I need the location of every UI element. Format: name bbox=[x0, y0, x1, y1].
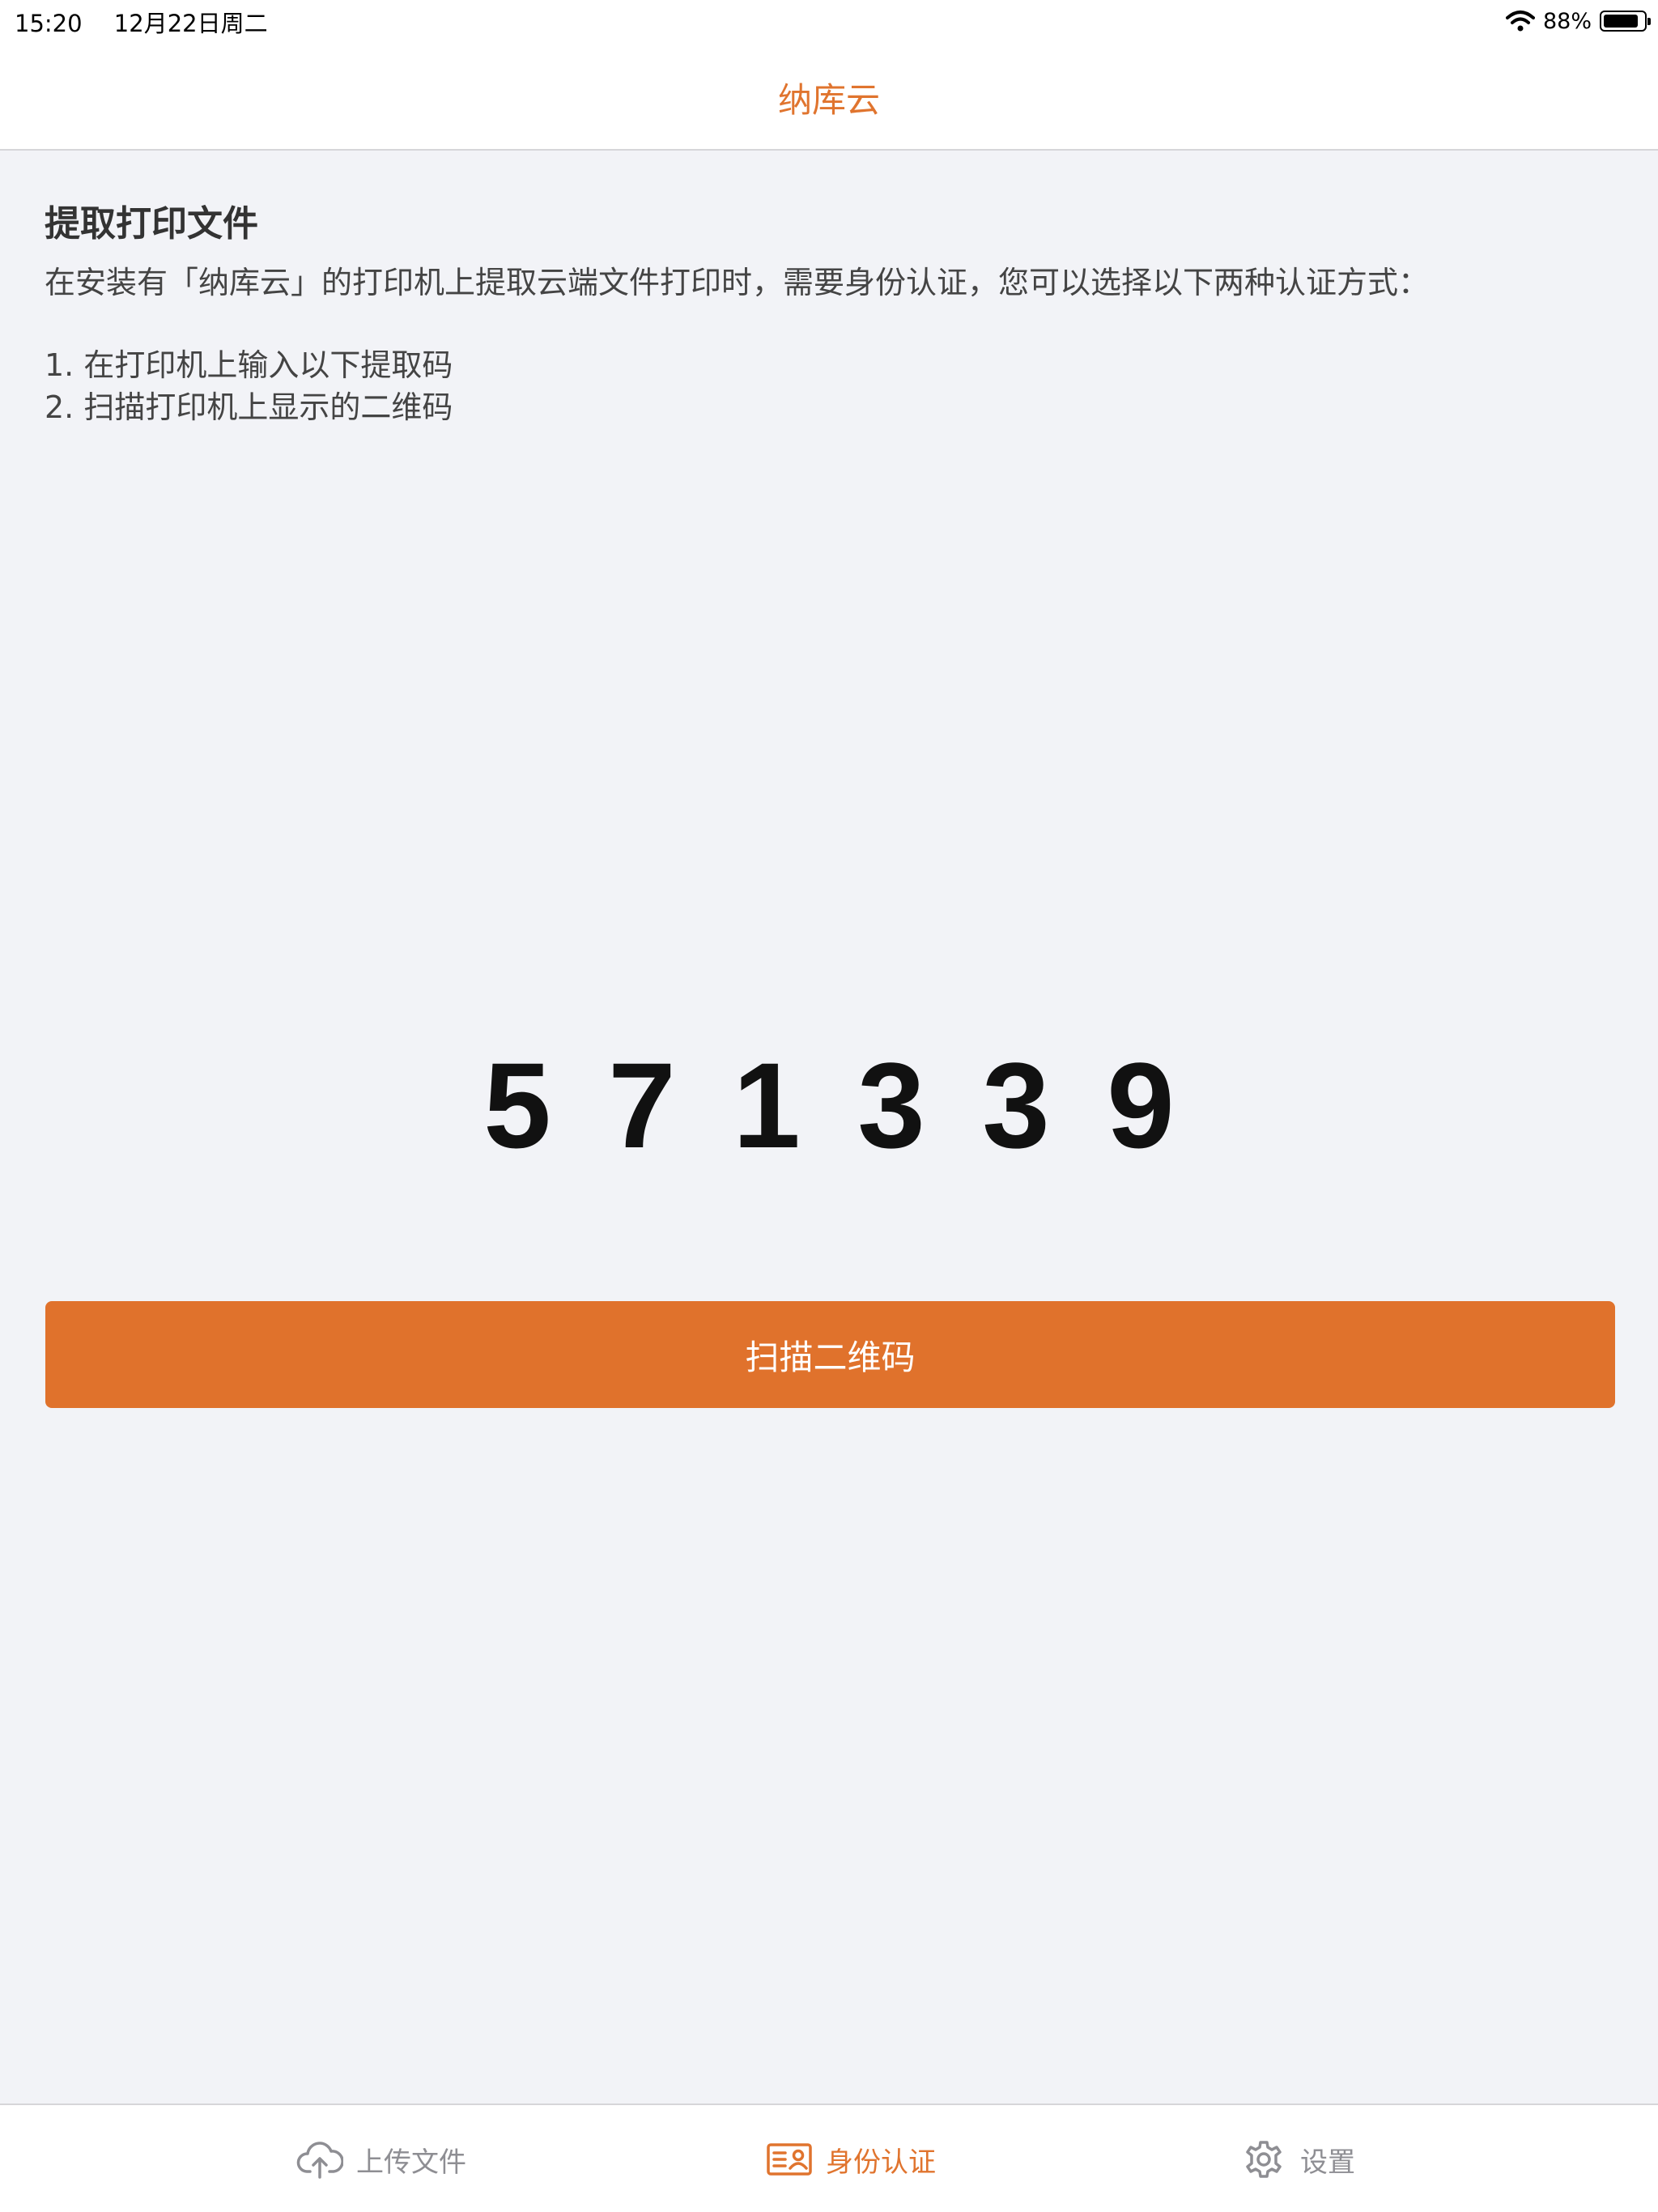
page-title: 纳库云 bbox=[777, 80, 880, 120]
wifi-icon bbox=[1505, 11, 1535, 32]
battery-tip bbox=[1647, 18, 1651, 25]
code-digit: 3 bbox=[857, 1037, 925, 1173]
code-digit: 9 bbox=[1107, 1037, 1175, 1173]
section-title: 提取打印文件 bbox=[45, 203, 258, 245]
status-date: 12月22日周二 bbox=[113, 10, 268, 37]
scan-qr-button-label: 扫描二维码 bbox=[745, 1337, 916, 1377]
status-time: 15:20 bbox=[15, 10, 83, 37]
code-digit: 3 bbox=[982, 1037, 1050, 1173]
code-digit: 1 bbox=[733, 1037, 801, 1173]
status-bar: 15:20 12月22日周二 88% bbox=[0, 0, 1658, 44]
method-item-qr: 2. 扫描打印机上显示的二维码 bbox=[45, 389, 453, 425]
status-indicators: 88% bbox=[1505, 6, 1651, 36]
section-description: 在安装有「纳库云」的打印机上提取云端文件打印时，需要身份认证，您可以选择以下两种… bbox=[45, 265, 1430, 300]
code-digit: 7 bbox=[608, 1037, 676, 1173]
code-digit: 5 bbox=[483, 1037, 551, 1173]
method-item-code: 1. 在打印机上输入以下提取码 bbox=[45, 347, 453, 383]
battery-percent: 88% bbox=[1542, 8, 1592, 34]
tab-identity-label: 身份认证 bbox=[826, 2146, 936, 2179]
tab-upload[interactable]: 上传文件 bbox=[296, 2138, 466, 2181]
tab-settings[interactable]: 设置 bbox=[1240, 2138, 1355, 2181]
cloud-upload-icon bbox=[296, 2142, 343, 2179]
battery-fill bbox=[1604, 15, 1638, 28]
scan-qr-button[interactable]: 扫描二维码 bbox=[45, 1301, 1615, 1408]
pickup-code: 5 7 1 3 3 9 bbox=[0, 1044, 1658, 1166]
gear-icon bbox=[1246, 2141, 1282, 2178]
battery-icon bbox=[1600, 11, 1651, 32]
tab-upload-label: 上传文件 bbox=[356, 2146, 466, 2179]
status-time-date: 15:20 12月22日周二 bbox=[15, 5, 268, 39]
tab-settings-label: 设置 bbox=[1300, 2146, 1355, 2179]
tab-bar: 上传文件 身份认证 设置 bbox=[0, 2104, 1658, 2212]
id-card-icon bbox=[767, 2143, 812, 2176]
nav-bar: 纳库云 bbox=[0, 44, 1658, 151]
tab-identity[interactable]: 身份认证 bbox=[766, 2138, 936, 2181]
